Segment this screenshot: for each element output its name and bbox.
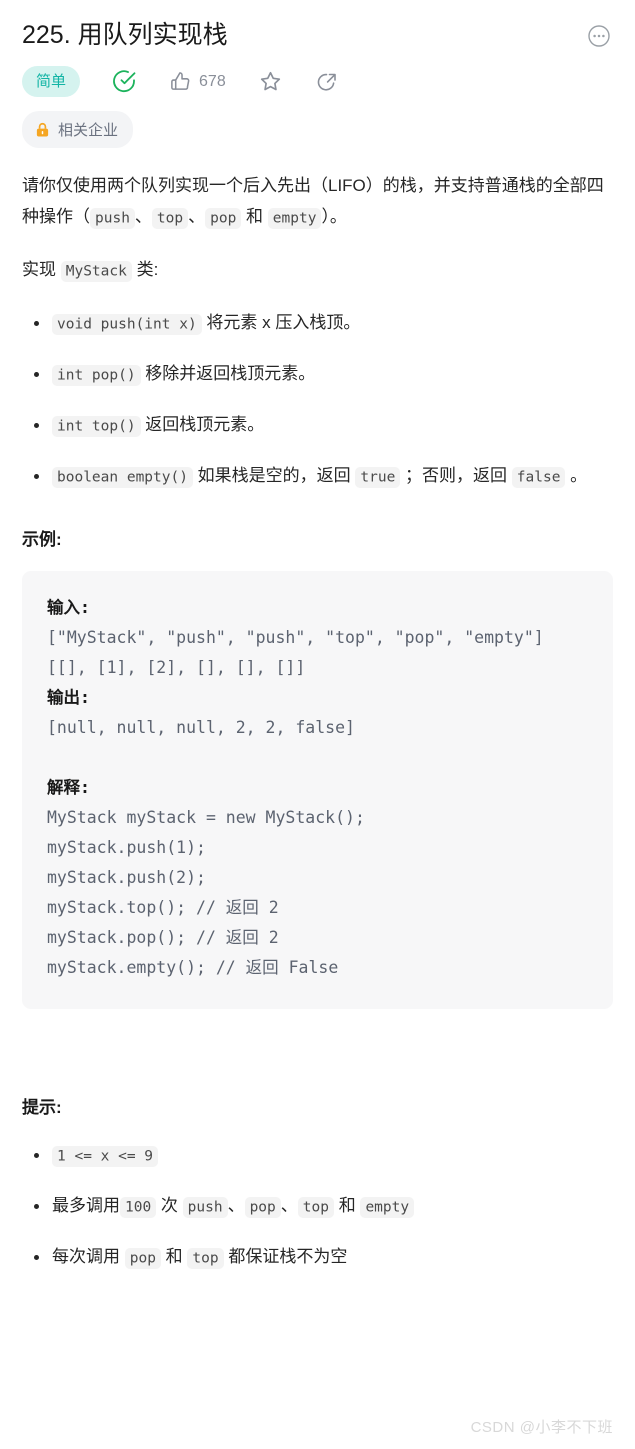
hint3-suffix: 都保证栈不为空 [223,1247,348,1266]
code-chip-push: push [182,1196,228,1218]
problem-page: 225. 用队列实现栈 简单 678 相关企业 请你仅使用两个队列实现一个后入先… [0,0,635,1274]
method-description: 返回栈顶元素。 [140,415,265,434]
code-chip-mystack: MyStack [60,260,132,282]
example-output-label: 输出: [47,688,90,707]
code-chip-top: top [297,1196,334,1218]
example-input-line-1: ["MyStack", "push", "push", "top", "pop"… [47,628,544,647]
example-input-line-2: [[], [1], [2], [], [], []] [47,658,306,677]
page-title: 225. 用队列实现栈 [22,21,228,49]
example-explain-line-1: MyStack myStack = new MyStack(); [47,808,365,827]
code-chip-top: top [187,1247,224,1269]
method-description-a: 如果栈是空的，返回 [192,466,356,485]
hint3-prefix: 每次调用 [52,1247,125,1266]
method-list: void push(int x) 将元素 x 压入栈顶。 int pop() 移… [22,307,613,493]
class-line-suffix: 类: [131,260,159,279]
example-input-label: 输入: [47,598,90,617]
code-chip-pop: pop [244,1196,281,1218]
code-chip-empty: empty [267,207,322,229]
class-declaration-line: 实现 MyStack 类: [22,254,613,287]
method-signature: void push(int x) [52,313,202,335]
list-item: int pop() 移除并返回栈顶元素。 [34,358,613,391]
intro-text-2: ）。 [321,207,347,226]
example-explain-line-4: myStack.top(); // 返回 2 [47,898,279,917]
like-count: 678 [199,72,226,90]
related-enterprise-tag[interactable]: 相关企业 [22,111,134,148]
share-icon [315,70,339,94]
difficulty-badge[interactable]: 简单 [22,66,81,97]
watermark: CSDN @小李不下班 [470,1419,613,1436]
header: 225. 用队列实现栈 [22,18,613,52]
meta-row: 简单 678 [22,66,613,97]
check-circle-icon [112,69,137,94]
example-code-block: 输入: ["MyStack", "push", "push", "top", "… [22,571,613,1009]
code-chip-empty: empty [360,1196,415,1218]
star-icon [258,69,283,94]
hints-heading: 提示: [22,1098,62,1117]
code-chip-false: false [511,466,566,488]
list-item: void push(int x) 将元素 x 压入栈顶。 [34,307,613,340]
example-explain-line-2: myStack.push(1); [47,838,206,857]
method-description: 将元素 x 压入栈顶。 [201,313,361,332]
hint2-call-count: 100 [120,1196,157,1218]
separator-2: 、 [188,207,206,226]
hint2-conj: 和 [333,1196,361,1215]
method-description-c: 。 [565,466,588,485]
share-button[interactable] [315,70,339,94]
hint3-conj: 和 [160,1247,188,1266]
code-chip-push: push [90,207,135,229]
method-signature: int top() [52,415,141,437]
hint-constraint-range: 1 <= x <= 9 [52,1145,159,1167]
solved-status-button[interactable] [112,69,137,94]
hint-list: 1 <= x <= 9 最多调用 100 次 push、 pop、 top 和 emp… [22,1139,613,1274]
example-explain-label: 解释: [47,778,90,797]
list-item: 每次调用 pop 和 top 都保证栈不为空 [34,1241,613,1274]
code-chip-true: true [355,466,401,488]
example-heading: 示例: [22,530,62,549]
list-item: 1 <= x <= 9 [34,1139,613,1172]
method-description-b: ；否则，返回 [400,466,512,485]
class-line-prefix: 实现 [22,260,61,279]
hint2-prefix: 最多调用 [52,1196,120,1215]
list-item: boolean empty() 如果栈是空的，返回 true ；否则，返回 fa… [34,460,613,493]
list-item: int top() 返回栈顶元素。 [34,409,613,442]
enterprise-tag-row: 相关企业 [22,111,613,148]
list-item: 最多调用 100 次 push、 pop、 top 和 empty [34,1190,613,1223]
hint2-sep-1: 、 [227,1196,245,1215]
lock-icon [35,122,50,138]
more-horizontal-circle-icon[interactable] [585,22,613,50]
code-chip-top: top [151,207,189,229]
hint2-sep-2: 、 [280,1196,298,1215]
code-chip-pop: pop [124,1247,161,1269]
example-output-line-1: [null, null, null, 2, 2, false] [47,718,355,737]
conjunction: 和 [241,207,268,226]
hint2-mid: 次 [156,1196,183,1215]
example-explain-line-5: myStack.pop(); // 返回 2 [47,928,279,947]
method-signature: int pop() [52,364,141,386]
favorite-button[interactable] [258,69,283,94]
example-explain-line-3: myStack.push(2); [47,868,206,887]
method-signature: boolean empty() [52,466,193,488]
like-button[interactable]: 678 [169,70,226,93]
code-chip-pop: pop [205,207,242,229]
description-intro: 请你仅使用两个队列实现一个后入先出（LIFO）的栈，并支持普通栈的全部四种操作（… [22,170,613,234]
separator-1: 、 [134,207,152,226]
method-description: 移除并返回栈顶元素。 [140,364,316,383]
problem-description: 请你仅使用两个队列实现一个后入先出（LIFO）的栈，并支持普通栈的全部四种操作（… [22,170,613,1274]
related-enterprise-label: 相关企业 [58,122,119,139]
example-explain-line-6: myStack.empty(); // 返回 False [47,958,339,977]
thumbs-up-icon [169,70,192,93]
